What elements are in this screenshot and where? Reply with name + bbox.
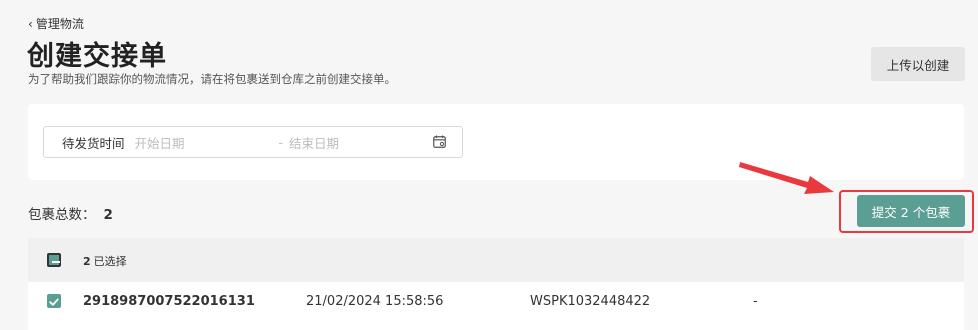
submit-packages-button[interactable]: 提交 2 个包裹 (857, 195, 965, 227)
package-total-count: 2 (103, 207, 113, 223)
date-filter-label: 待发货时间 (62, 135, 125, 151)
back-link-label: 管理物流 (35, 17, 84, 31)
page-title: 创建交接单 (27, 41, 167, 72)
annotation-arrow-icon (739, 162, 834, 194)
page-subtitle: 为了帮助我们跟踪你的物流情况，请在将包裹送到仓库之前创建交接单。 (28, 72, 396, 86)
end-date-input[interactable]: 结束日期 (289, 133, 339, 152)
pending-ship-time: 21/02/2024 15:58:56 (306, 294, 444, 309)
selected-count-number: 2 (83, 255, 91, 268)
selected-count: 2 已选择 (83, 253, 127, 269)
select-all-checkbox[interactable] (47, 253, 61, 267)
page: ‹ 管理物流 创建交接单 为了帮助我们跟踪你的物流情况，请在将包裹送到仓库之前创… (0, 0, 978, 330)
calendar-icon[interactable] (433, 135, 446, 148)
selected-count-label: 已选择 (93, 255, 127, 268)
tracking-number: 2918987007522016131 (83, 294, 255, 309)
checkmark-icon (49, 298, 59, 306)
chevron-left-icon: ‹ (28, 16, 33, 31)
package-total: 包裹总数： 2 (28, 203, 113, 223)
row-checkbox[interactable] (47, 294, 61, 308)
table-row[interactable]: 2918987007522016131 21/02/2024 15:58:56 … (28, 282, 964, 330)
empty-cell: - (753, 294, 758, 309)
upload-to-create-button[interactable]: 上传以创建 (871, 47, 965, 81)
start-date-input[interactable]: 开始日期 (135, 133, 265, 152)
date-range-separator: - (278, 134, 284, 150)
package-code: WSPK1032448422 (530, 294, 651, 309)
table-header: 2 已选择 (28, 238, 964, 282)
package-total-label: 包裹总数： (28, 207, 96, 223)
back-link[interactable]: ‹ 管理物流 (28, 15, 84, 32)
ship-date-range-filter[interactable]: 待发货时间 开始日期 - 结束日期 (43, 126, 463, 158)
